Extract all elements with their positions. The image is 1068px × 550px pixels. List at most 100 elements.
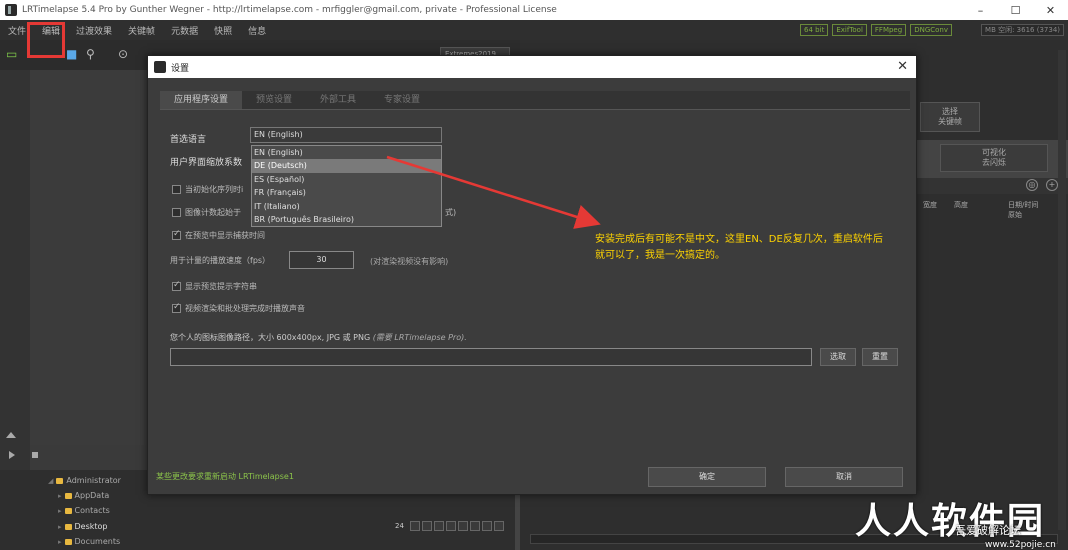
folder-icon [64, 507, 72, 514]
tag-dngconv: DNGConv [910, 24, 952, 36]
refresh-icon[interactable]: ◎ [1026, 179, 1038, 191]
tree-item-label: Documents [74, 537, 121, 546]
checkbox-show-preview-hints-label: 显示预览提示字符串 [185, 282, 257, 291]
tab-application-settings[interactable]: 应用程序设置 [160, 91, 243, 109]
close-window-button[interactable]: ✕ [1033, 0, 1068, 20]
expand-arrow-icon[interactable]: ◢ [48, 477, 53, 485]
ui-scale-label: 用户界面缩放系数 [170, 158, 243, 168]
watermark-url: www.52pojie.cn [985, 540, 1056, 550]
checkbox-play-sound[interactable] [172, 302, 181, 313]
tag-64bit: 64 bit [800, 24, 829, 36]
tree-item-label: AppData [74, 491, 110, 500]
timeline-cell[interactable] [433, 521, 444, 531]
logo-path-input[interactable] [170, 348, 812, 366]
language-dropdown: EN (English) DE (Deutsch) ES (Español) F… [251, 145, 442, 227]
folder-icon [64, 523, 72, 530]
logo-path-label: 您个人的图标图像路径，大小 600x400px, JPG 或 PNG (需要 L… [170, 332, 467, 343]
menu-bar: 文件 编辑 过渡效果 关键帧 元数据 快照 信息 64 bit ExifTool… [0, 20, 1068, 40]
checkbox-show-capture-time[interactable] [172, 229, 181, 240]
minimize-button[interactable]: – [963, 0, 998, 20]
play-icon[interactable] [9, 451, 15, 459]
tree-item-label: Administrator [66, 476, 121, 485]
timeline-count: 24 [395, 522, 404, 530]
timeline-cell[interactable] [457, 521, 468, 531]
folder-icon [64, 492, 72, 499]
select-keyframes-button[interactable]: 选择 关键帧 [920, 102, 980, 132]
expand-arrow-icon[interactable]: ▸ [58, 538, 62, 546]
timeline-cell[interactable] [469, 521, 480, 531]
tag-ffmpeg: FFMpeg [870, 24, 907, 36]
logo-path-text: 您个人的图标图像路径，大小 600x400px, JPG 或 PNG [170, 333, 371, 342]
col-height[interactable]: 高度 [954, 200, 968, 210]
menu-transitions[interactable]: 过渡效果 [68, 24, 120, 37]
expand-arrow-icon[interactable]: ▸ [58, 507, 62, 515]
tree-item[interactable]: ▸ Documents [58, 537, 120, 546]
search-icon[interactable]: ⚲ [86, 47, 95, 61]
menu-metadata[interactable]: 元数据 [163, 24, 206, 37]
reset-button[interactable]: 重置 [862, 348, 898, 366]
tag-exiftool: ExifTool [832, 24, 867, 36]
add-icon[interactable]: + [1046, 179, 1058, 191]
language-option-de[interactable]: DE (Deutsch) [252, 159, 441, 173]
checkbox-init-sequence-label: 当初始化序列时i [185, 185, 244, 194]
cancel-button[interactable]: 取消 [785, 467, 903, 487]
logo-path-note: (需要 LRTimelapse Pro). [372, 333, 467, 342]
tab-expert-settings[interactable]: 专家设置 [370, 91, 434, 109]
fps-input[interactable]: 30 [289, 251, 354, 269]
timeline-cell[interactable] [493, 521, 504, 531]
menu-info[interactable]: 信息 [240, 24, 274, 37]
choose-button[interactable]: 选取 [820, 348, 856, 366]
timeline-cell[interactable] [409, 521, 420, 531]
language-option-es[interactable]: ES (Español) [252, 173, 441, 186]
dialog-close-button[interactable]: ✕ [897, 59, 908, 74]
checkbox-init-sequence[interactable] [172, 185, 181, 194]
app-icon [5, 4, 17, 16]
checkbox-image-count-label: 图像计数起始于 [185, 208, 241, 217]
vertical-scrollbar[interactable] [1058, 50, 1066, 530]
image-icon[interactable]: ■ [66, 47, 77, 61]
tree-item[interactable]: ▸ Desktop [58, 522, 108, 531]
settings-tabs: 应用程序设置 预览设置 外部工具 专家设置 [160, 91, 910, 109]
timeline-cell[interactable] [445, 521, 456, 531]
language-option-fr[interactable]: FR (Français) [252, 186, 441, 199]
col-datetime[interactable]: 日期/时间 原始 [1008, 200, 1038, 220]
timeline-cell[interactable] [481, 521, 492, 531]
expand-arrow-icon[interactable]: ▸ [58, 523, 62, 531]
fps-label: 用于计量的播放速度（fps） [170, 256, 271, 265]
tree-item[interactable]: ▸ AppData [58, 491, 109, 500]
dialog-title: 设置 [171, 63, 190, 74]
timeline-strip: 24 [395, 521, 504, 531]
checkbox-show-preview-hints[interactable] [172, 280, 181, 291]
col-width[interactable]: 宽度 [923, 200, 937, 210]
tab-preview-settings[interactable]: 预览设置 [242, 91, 306, 109]
checkbox-play-sound-label: 视频渲染和批处理完成时播放声音 [185, 304, 305, 313]
tree-item[interactable]: ◢ Administrator [48, 476, 121, 485]
menu-snapshot[interactable]: 快照 [206, 24, 240, 37]
maximize-button[interactable]: ☐ [998, 0, 1033, 20]
folder-icon [56, 477, 64, 484]
ok-button[interactable]: 确定 [648, 467, 766, 487]
visual-deflicker-button[interactable]: 可视化 去闪烁 [940, 144, 1048, 172]
timeline-cell[interactable] [421, 521, 432, 531]
restart-note: 某些更改要求重新启动 LRTimelapse1 [156, 472, 294, 481]
dialog-app-icon [154, 61, 166, 73]
folder-add-icon[interactable]: ▭ [6, 47, 17, 61]
stop-icon[interactable] [32, 452, 38, 458]
language-option-en[interactable]: EN (English) [252, 146, 441, 159]
checkbox-image-count[interactable] [172, 208, 181, 217]
window-title: LRTimelapse 5.4 Pro by Gunther Wegner - … [22, 5, 557, 15]
language-option-br[interactable]: BR (Português Brasileiro) [252, 213, 441, 226]
player-controls [0, 70, 38, 470]
checkbox-show-capture-time-label: 在预览中显示捕获时间 [185, 231, 265, 240]
language-select[interactable]: EN (English) [250, 127, 442, 143]
tab-external-tools[interactable]: 外部工具 [306, 91, 370, 109]
tree-item-label: Desktop [74, 522, 108, 531]
language-option-it[interactable]: IT (Italiano) [252, 200, 441, 213]
expand-arrow-icon[interactable]: ▸ [58, 492, 62, 500]
collapse-up-icon[interactable] [6, 432, 16, 438]
tree-item-label: Contacts [74, 506, 110, 515]
tree-item[interactable]: ▸ Contacts [58, 506, 110, 515]
highlight-box [27, 22, 65, 58]
menu-keyframes[interactable]: 关键帧 [120, 24, 163, 37]
settings-circle-icon[interactable]: ⊙ [118, 47, 128, 61]
